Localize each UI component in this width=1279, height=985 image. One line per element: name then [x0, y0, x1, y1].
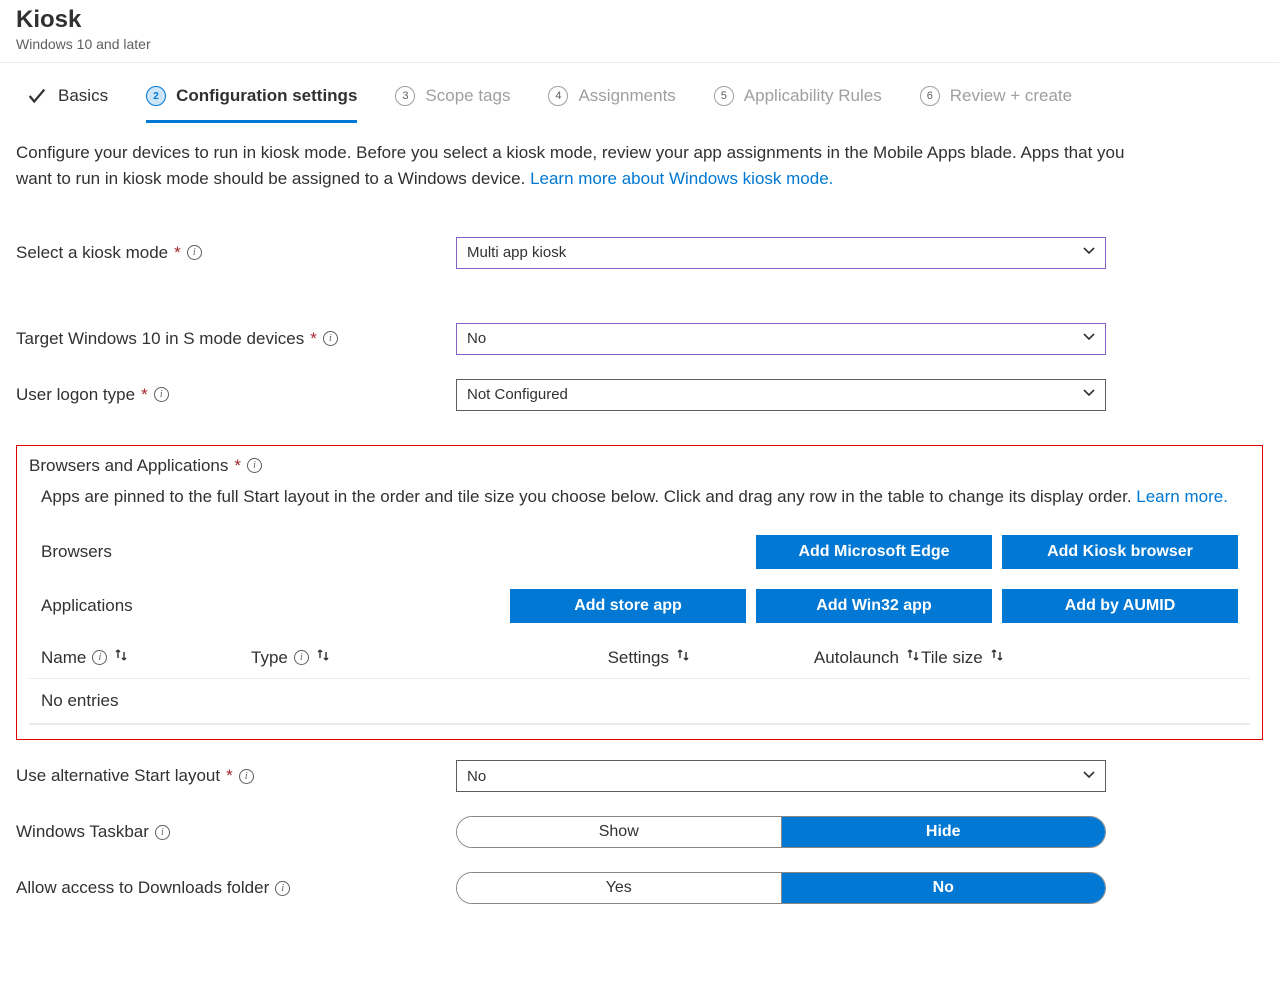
downloads-toggle: Yes No — [456, 872, 1106, 904]
required-marker: * — [226, 766, 233, 786]
info-icon[interactable]: i — [323, 331, 338, 346]
add-by-aumid-button[interactable]: Add by AUMID — [1002, 589, 1238, 623]
browsers-apps-section: Browsers and Applications * i Apps are p… — [16, 445, 1263, 741]
add-microsoft-edge-button[interactable]: Add Microsoft Edge — [756, 535, 992, 569]
col-name[interactable]: Name i — [41, 647, 251, 668]
step-configuration-settings[interactable]: 2 Configuration settings — [146, 86, 357, 123]
learn-more-link[interactable]: Learn more about Windows kiosk mode. — [530, 169, 833, 188]
required-marker: * — [141, 385, 148, 405]
info-icon[interactable]: i — [275, 881, 290, 896]
step-number: 2 — [146, 86, 166, 106]
chevron-down-icon — [1083, 244, 1095, 261]
downloads-yes-option[interactable]: Yes — [457, 873, 781, 903]
learn-more-link[interactable]: Learn more. — [1136, 487, 1228, 506]
info-icon[interactable]: i — [187, 245, 202, 260]
sort-icon[interactable] — [315, 647, 331, 668]
col-settings[interactable]: Settings — [481, 647, 691, 668]
info-icon[interactable]: i — [92, 650, 107, 665]
browsers-label: Browsers — [41, 542, 112, 562]
info-icon[interactable]: i — [239, 769, 254, 784]
col-type[interactable]: Type i — [251, 647, 481, 668]
kiosk-mode-select[interactable]: Multi app kiosk — [456, 237, 1106, 269]
add-win32-app-button[interactable]: Add Win32 app — [756, 589, 992, 623]
chevron-down-icon — [1083, 330, 1095, 347]
info-icon[interactable]: i — [155, 825, 170, 840]
select-value: Multi app kiosk — [467, 244, 566, 261]
step-applicability-rules[interactable]: 5 Applicability Rules — [714, 86, 882, 123]
step-label: Review + create — [950, 86, 1072, 106]
sort-icon[interactable] — [905, 647, 921, 668]
select-value: No — [467, 768, 486, 785]
step-number: 4 — [548, 86, 568, 106]
chevron-down-icon — [1083, 386, 1095, 403]
apps-table-header: Name i Type i Settings Autolaunch Tile s… — [29, 629, 1250, 679]
add-store-app-button[interactable]: Add store app — [510, 589, 746, 623]
s-mode-label: Target Windows 10 in S mode devices * i — [16, 329, 456, 349]
sort-icon[interactable] — [989, 647, 1005, 668]
logon-type-select[interactable]: Not Configured — [456, 379, 1106, 411]
info-icon[interactable]: i — [247, 458, 262, 473]
taskbar-label: Windows Taskbar i — [16, 822, 456, 842]
col-tile-size[interactable]: Tile size — [921, 647, 1081, 668]
step-assignments[interactable]: 4 Assignments — [548, 86, 675, 123]
step-number: 5 — [714, 86, 734, 106]
taskbar-hide-option[interactable]: Hide — [781, 817, 1106, 847]
info-icon[interactable]: i — [154, 387, 169, 402]
check-icon — [26, 85, 48, 107]
section-title: Browsers and Applications * i — [29, 456, 1250, 476]
section-description: Apps are pinned to the full Start layout… — [29, 484, 1250, 510]
select-value: Not Configured — [467, 386, 568, 403]
taskbar-toggle: Show Hide — [456, 816, 1106, 848]
page-title: Kiosk — [16, 6, 1263, 34]
step-number: 3 — [395, 86, 415, 106]
intro-text: Configure your devices to run in kiosk m… — [16, 140, 1136, 193]
step-basics[interactable]: Basics — [26, 85, 108, 124]
required-marker: * — [174, 243, 181, 263]
required-marker: * — [234, 456, 241, 476]
downloads-label: Allow access to Downloads folder i — [16, 878, 456, 898]
required-marker: * — [310, 329, 317, 349]
logon-type-label: User logon type * i — [16, 385, 456, 405]
sort-icon[interactable] — [675, 647, 691, 668]
alt-start-select[interactable]: No — [456, 760, 1106, 792]
step-label: Applicability Rules — [744, 86, 882, 106]
s-mode-select[interactable]: No — [456, 323, 1106, 355]
alt-start-label: Use alternative Start layout * i — [16, 766, 456, 786]
no-entries-text: No entries — [29, 679, 1250, 725]
kiosk-mode-label: Select a kiosk mode * i — [16, 243, 456, 263]
step-label: Scope tags — [425, 86, 510, 106]
chevron-down-icon — [1083, 768, 1095, 785]
page-subtitle: Windows 10 and later — [16, 36, 1263, 52]
step-label: Configuration settings — [176, 86, 357, 106]
applications-label: Applications — [41, 596, 133, 616]
step-label: Basics — [58, 86, 108, 106]
select-value: No — [467, 330, 486, 347]
step-scope-tags[interactable]: 3 Scope tags — [395, 86, 510, 123]
taskbar-show-option[interactable]: Show — [457, 817, 781, 847]
step-number: 6 — [920, 86, 940, 106]
downloads-no-option[interactable]: No — [781, 873, 1106, 903]
sort-icon[interactable] — [113, 647, 129, 668]
add-kiosk-browser-button[interactable]: Add Kiosk browser — [1002, 535, 1238, 569]
wizard-steps: Basics 2 Configuration settings 3 Scope … — [0, 63, 1279, 124]
col-autolaunch[interactable]: Autolaunch — [691, 647, 921, 668]
info-icon[interactable]: i — [294, 650, 309, 665]
step-label: Assignments — [578, 86, 675, 106]
step-review-create[interactable]: 6 Review + create — [920, 86, 1072, 123]
